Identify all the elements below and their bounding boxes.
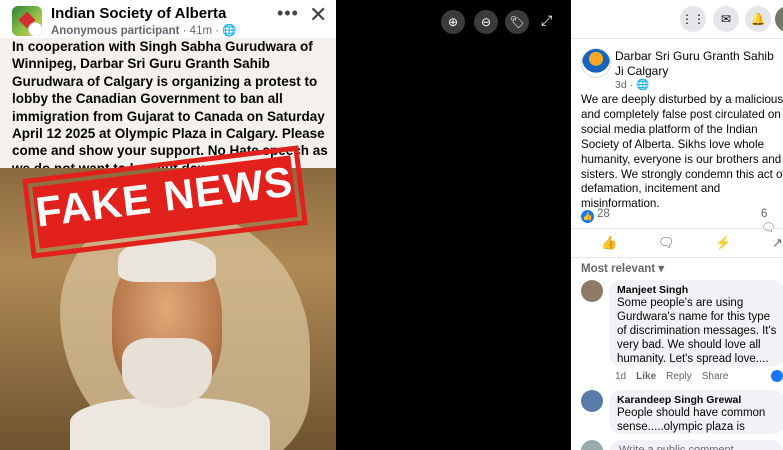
post-sidebar: ⋮⋮ ✉ 🔔 Darbar Sri Guru Granth Sahib Ji C… xyxy=(571,0,783,450)
sort-dropdown[interactable]: Most relevant ▾ xyxy=(581,261,664,275)
comment-input[interactable]: Write a public comment… xyxy=(609,440,783,450)
post-time: 41m xyxy=(189,25,213,37)
comment-text: People should have common sense.....olym… xyxy=(617,407,766,433)
globe-icon: 🌐 xyxy=(636,79,650,91)
menu-grid-icon[interactable]: ⋮⋮ xyxy=(680,6,706,32)
zoom-out-icon[interactable]: ⊖ xyxy=(474,10,498,34)
like-icon: 👍 xyxy=(581,210,594,223)
profile-avatar[interactable] xyxy=(775,6,783,32)
expand-icon[interactable]: ⤢ xyxy=(541,12,552,29)
post-image: Indian Society of Alberta Anonymous part… xyxy=(0,0,336,450)
bell-icon[interactable]: 🔔 xyxy=(745,6,771,32)
globe-icon: 🌐 xyxy=(222,25,237,37)
chevron-down-icon: ▾ xyxy=(658,263,665,275)
comment-actions: 1d Like Reply Share xyxy=(615,371,738,382)
post-meta: Anonymous participant · 41m · 🌐 xyxy=(51,25,237,37)
like-count[interactable]: 👍 28 xyxy=(581,208,610,223)
avatar[interactable] xyxy=(581,280,603,302)
comment-reply-button[interactable]: Reply xyxy=(666,371,692,382)
tag-icon[interactable]: 🏷 xyxy=(505,10,529,34)
messenger-send-button[interactable]: ⚡ xyxy=(715,235,731,251)
zoom-in-icon[interactable]: ⊕ xyxy=(441,10,465,34)
like-button[interactable]: 👍 xyxy=(601,235,617,251)
comment-bubble: Karandeep Singh Grewal People should hav… xyxy=(609,390,783,434)
group-avatar xyxy=(12,6,42,36)
comment-bubble: Manjeet Singh Some people's are using Gu… xyxy=(609,280,783,366)
comment-time[interactable]: 1d xyxy=(615,371,626,382)
page-name[interactable]: Darbar Sri Guru Granth Sahib Ji Calgary xyxy=(615,49,781,78)
comment-share-button[interactable]: Share xyxy=(702,371,729,382)
comment-button[interactable]: 🗨 xyxy=(658,235,675,251)
avatar[interactable] xyxy=(581,390,603,412)
comment-author[interactable]: Manjeet Singh xyxy=(617,284,777,296)
comment-text: Some people's are using Gurdwara's name … xyxy=(617,297,777,365)
panel-post-text: We are deeply disturbed by a malicious a… xyxy=(581,93,783,211)
post-header: Indian Society of Alberta Anonymous part… xyxy=(0,0,336,38)
page-meta: 3d · 🌐 xyxy=(615,79,650,91)
comment-count-value: 6 xyxy=(761,208,768,220)
photo-viewer: Indian Society of Alberta Anonymous part… xyxy=(0,0,571,450)
comment-author[interactable]: Karandeep Singh Grewal xyxy=(617,394,777,406)
avatar xyxy=(581,440,603,450)
share-button[interactable]: ↗ xyxy=(772,235,783,251)
beard-shape xyxy=(122,338,212,408)
post-actions: 👍 🗨 ⚡ ↗ xyxy=(571,228,783,258)
panel-time[interactable]: 3d xyxy=(615,79,627,91)
page-avatar[interactable] xyxy=(581,48,611,78)
comment-like-button[interactable]: Like xyxy=(636,371,656,382)
close-icon: ✕ xyxy=(309,2,328,27)
reaction-icon xyxy=(771,370,783,382)
sort-label: Most relevant xyxy=(581,263,656,275)
like-count-value: 28 xyxy=(597,208,610,220)
messenger-icon[interactable]: ✉ xyxy=(713,6,739,32)
post-author: Anonymous participant xyxy=(51,25,180,37)
group-name: Indian Society of Alberta xyxy=(51,5,227,22)
group-badge-icon xyxy=(28,22,42,36)
more-options-icon: ••• xyxy=(277,3,299,23)
top-bar: ⋮⋮ ✉ 🔔 xyxy=(571,0,783,39)
